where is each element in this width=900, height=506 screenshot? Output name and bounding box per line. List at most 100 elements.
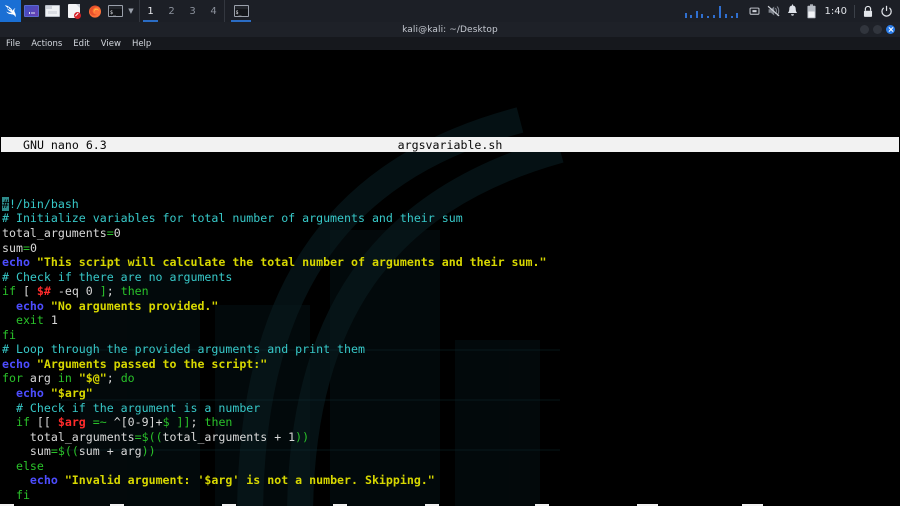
- terminal-launcher[interactable]: $_ ▼: [105, 0, 136, 22]
- clock[interactable]: 1:40: [821, 6, 851, 17]
- lock-icon[interactable]: [858, 0, 877, 22]
- code-token: 0: [29, 240, 37, 255]
- code-line: # Loop through the provided arguments an…: [2, 342, 900, 357]
- volume-muted-icon[interactable]: [764, 0, 783, 22]
- network-monitor-graph[interactable]: [683, 4, 739, 18]
- workspace-list: 1 2 3 4: [139, 0, 225, 22]
- code-token: else: [15, 458, 44, 473]
- logout-icon[interactable]: [877, 0, 896, 22]
- code-token: for: [2, 371, 23, 386]
- code-token: $: [162, 415, 170, 430]
- code-token: ]]: [176, 415, 191, 430]
- terminal-icon[interactable]: $_: [105, 0, 126, 22]
- code-token: do: [120, 371, 135, 386]
- code-line: total_arguments=$((total_arguments + 1)): [2, 430, 900, 445]
- taskbar-item-terminal[interactable]: $_: [229, 0, 253, 22]
- code-line: exit 1: [2, 313, 900, 328]
- menu-item-edit[interactable]: Edit: [73, 39, 89, 49]
- minimize-button[interactable]: [860, 25, 869, 34]
- firefox-icon[interactable]: [84, 0, 105, 22]
- top-panel: $_ ▼ 1 2 3 4 $_ 1:40: [0, 0, 900, 22]
- code-token: sum: [2, 444, 51, 459]
- code-token: exit: [15, 313, 44, 328]
- code-token: ]: [99, 284, 107, 299]
- code-token: sum: [2, 240, 23, 255]
- chevron-down-icon[interactable]: ▼: [126, 7, 136, 15]
- terminal-prompt-glyph: $_: [109, 9, 122, 16]
- code-line: else: [2, 459, 900, 474]
- code-line: if [[ $arg =~ ^[0-9]+$ ]]; then: [2, 415, 900, 430]
- workspace-4[interactable]: 4: [203, 0, 224, 22]
- menubar: File Actions Edit View Help: [0, 37, 900, 50]
- kali-dragon-icon[interactable]: [0, 0, 21, 22]
- close-button[interactable]: [886, 25, 895, 34]
- terminal-content[interactable]: GNU nano 6.3 argsvariable.sh #!/bin/bash…: [0, 50, 900, 506]
- code-token: =$((: [134, 429, 163, 444]
- code-line: fi: [2, 328, 900, 343]
- code-token: in: [57, 371, 72, 386]
- workspace-3[interactable]: 3: [182, 0, 203, 22]
- code-line: echo "No arguments provided.": [2, 299, 900, 314]
- panel-launchers: $_ ▼ 1 2 3 4 $_: [0, 0, 253, 22]
- tray-divider: [854, 4, 855, 18]
- code-token: ;: [190, 415, 205, 430]
- code-token: arg: [22, 371, 58, 386]
- code-line: echo "This script will calculate the tot…: [2, 255, 900, 270]
- workspace-1[interactable]: 1: [140, 0, 161, 22]
- file-manager-icon[interactable]: [42, 0, 63, 22]
- code-token: then: [204, 415, 233, 430]
- code-token: "This script will calculate the total nu…: [36, 255, 547, 270]
- screen: $_ ▼ 1 2 3 4 $_ 1:40 kali@kali: ~/Deskto…: [0, 0, 900, 506]
- code-line: # Initialize variables for total number …: [2, 211, 900, 226]
- notification-bell-icon[interactable]: [783, 0, 802, 22]
- menu-item-view[interactable]: View: [101, 39, 121, 49]
- code-token: total_arguments: [2, 226, 107, 241]
- code-token: echo: [2, 255, 30, 270]
- workspace-2[interactable]: 2: [161, 0, 182, 22]
- code-token: =~: [92, 415, 107, 430]
- code-token: 0: [113, 226, 121, 241]
- code-token: =$((: [50, 444, 79, 459]
- code-line: sum=0: [2, 241, 900, 256]
- nano-titlebar: GNU nano 6.3 argsvariable.sh: [1, 137, 899, 153]
- code-token: ^[0-9]+: [106, 415, 163, 430]
- code-token: ;: [106, 284, 121, 299]
- editor-text-area[interactable]: #!/bin/bash # Initialize variables for to…: [0, 196, 900, 506]
- system-tray: 1:40: [683, 0, 900, 22]
- menu-item-file[interactable]: File: [6, 39, 20, 49]
- code-token: # Initialize variables for total number …: [2, 211, 463, 226]
- code-token: ;: [106, 371, 121, 386]
- clipboard-icon[interactable]: [745, 0, 764, 22]
- code-line: #!/bin/bash: [2, 196, 900, 212]
- code-line: echo "$arg": [2, 386, 900, 401]
- code-token: [[: [29, 415, 58, 430]
- battery-icon[interactable]: [802, 0, 821, 22]
- code-line: if [ $# -eq 0 ]; then: [2, 284, 900, 299]
- code-line: for arg in "$@"; do: [2, 371, 900, 386]
- code-token: echo: [2, 356, 30, 371]
- code-token: if: [15, 415, 30, 430]
- workspace-switcher-icon[interactable]: [21, 0, 42, 22]
- code-token: total_arguments: [2, 429, 135, 444]
- window-task-list: $_: [229, 0, 253, 22]
- terminal-prompt-glyph: $_: [234, 9, 248, 16]
- window-title: kali@kali: ~/Desktop: [402, 24, 498, 35]
- window-controls: [860, 22, 895, 37]
- window-titlebar[interactable]: kali@kali: ~/Desktop: [0, 22, 900, 37]
- menu-item-help[interactable]: Help: [132, 39, 151, 49]
- nano-filename: argsvariable.sh: [397, 137, 503, 152]
- workspace-label: 3: [189, 5, 196, 17]
- text-editor-icon[interactable]: [63, 0, 84, 22]
- menu-item-actions[interactable]: Actions: [31, 39, 62, 49]
- maximize-button[interactable]: [873, 25, 882, 34]
- workspace-label: 2: [168, 5, 175, 17]
